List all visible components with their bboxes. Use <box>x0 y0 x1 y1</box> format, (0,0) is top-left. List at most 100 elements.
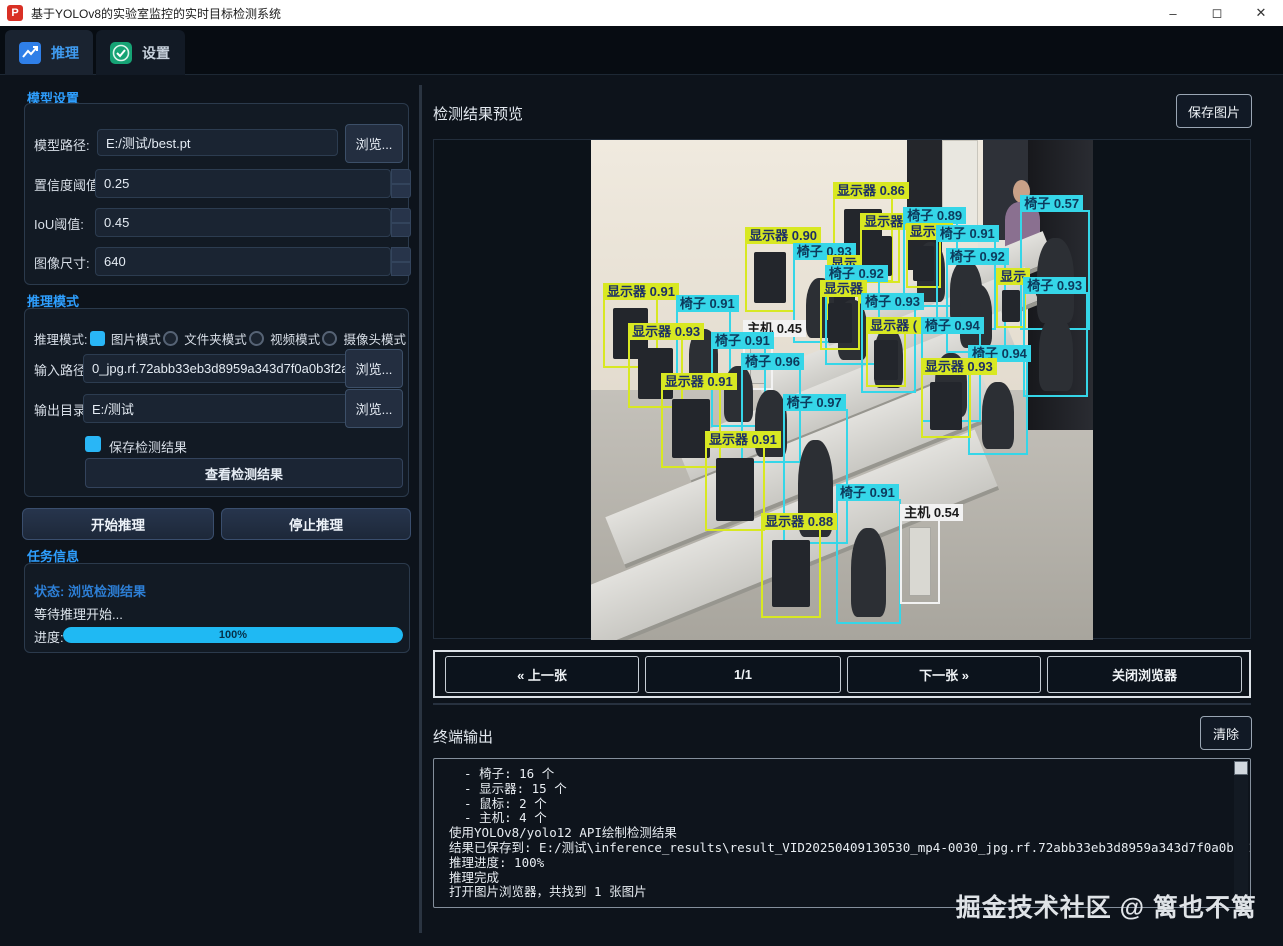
terminal-line: - 主机: 4 个 <box>449 810 547 826</box>
spin-up-icon[interactable] <box>391 247 411 262</box>
output-dir-input[interactable]: E:/测试 <box>83 394 364 423</box>
detection-box-chair: 椅子 0.91 <box>835 484 902 624</box>
progress-fill: 100% <box>63 627 403 643</box>
detection-box-monitor: 显示器 0.90 <box>745 227 822 312</box>
confidence-stepper[interactable] <box>391 169 411 198</box>
detection-label: 显示器 0.88 <box>761 513 838 530</box>
output-browse-button[interactable]: 浏览... <box>345 389 403 428</box>
model-browse-button[interactable]: 浏览... <box>345 124 403 163</box>
tab-settings-label: 设置 <box>142 44 170 61</box>
spin-up-icon[interactable] <box>391 169 411 184</box>
detection-box-host: 主机 0.54 <box>900 504 964 604</box>
watermark: 掘金技术社区 @ 篱也不篱 <box>955 894 1257 922</box>
save-image-button[interactable]: 保存图片 <box>1176 94 1252 128</box>
image-size-label: 图像尺寸: <box>34 256 90 271</box>
radio-video-mode-label: 视频模式 <box>270 333 321 347</box>
image-size-stepper[interactable] <box>391 247 411 276</box>
iou-label: IoU阈值: <box>34 217 84 232</box>
tab-inference-label: 推理 <box>51 44 79 61</box>
radio-image-mode-label: 图片模式 <box>110 333 161 347</box>
inference-mode-group: 推理模式: 图片模式 文件夹模式 视频模式 摄像头模式 输入路径: 0_jpg.… <box>24 308 409 497</box>
iou-input[interactable]: 0.45 <box>95 208 391 237</box>
start-inference-button[interactable]: 开始推理 <box>22 508 214 540</box>
monitor-silhouette <box>912 245 934 282</box>
detection-label: 显示器 <box>860 213 908 230</box>
detection-label: 显示器 0.86 <box>832 182 909 199</box>
terminal-scrollbar[interactable] <box>1234 761 1248 905</box>
input-path-input[interactable]: 0_jpg.rf.72abb33eb3d8959a343d7f0a0b3f2ab… <box>83 354 364 383</box>
detection-label: 椅子 0.57 <box>1020 195 1084 212</box>
terminal-line: - 椅子: 16 个 <box>449 766 555 781</box>
close-icon[interactable]: ✕ <box>1239 0 1283 26</box>
detection-label: 显示器 ( <box>866 317 922 334</box>
detection-box-monitor: 显示器 0.88 <box>761 513 838 618</box>
input-path-label: 输入路径: <box>34 363 90 378</box>
clear-terminal-button[interactable]: 清除 <box>1200 716 1252 750</box>
terminal-line: 推理完成 <box>449 869 500 885</box>
terminal-line: 结果已保存到: E:/测试\inference_results\result_V… <box>449 839 1251 855</box>
close-browser-button[interactable]: 关闭浏览器 <box>1047 656 1242 693</box>
view-results-button[interactable]: 查看检测结果 <box>85 458 403 488</box>
scrollbar-thumb[interactable] <box>1234 761 1248 775</box>
detection-label: 椅子 0.93 <box>861 293 924 310</box>
radio-video-mode[interactable]: 视频模式 <box>249 329 320 348</box>
detection-label: 显示器 0.91 <box>660 373 737 390</box>
model-path-input[interactable]: E:/测试/best.pt <box>97 129 338 156</box>
save-results-checkbox[interactable] <box>85 436 101 452</box>
panel-splitter[interactable] <box>419 85 422 933</box>
spin-down-icon[interactable] <box>391 222 411 237</box>
prev-image-button[interactable]: « 上一张 <box>445 656 639 693</box>
terminal-line: - 鼠标: 2 个 <box>449 795 547 811</box>
detection-label: 显示器 <box>819 280 867 297</box>
chair-silhouette <box>982 382 1014 450</box>
detection-box-monitor: 显示器 ( <box>866 317 922 387</box>
output-dir-label: 输出目录: <box>34 403 90 418</box>
radio-folder-mode[interactable]: 文件夹模式 <box>163 329 247 348</box>
detection-label: 椅子 0.89 <box>903 207 967 224</box>
detection-label: 显示器 0.93 <box>628 323 705 340</box>
next-image-button[interactable]: 下一张 » <box>847 656 1041 693</box>
terminal-line: 使用YOLOv8/yolo12 API绘制检测结果 <box>449 825 677 841</box>
detection-label: 显示器 0.91 <box>603 283 679 300</box>
terminal-heading: 终端输出 <box>433 729 494 746</box>
model-settings-group: 模型路径: E:/测试/best.pt 浏览... 置信度阈值: 0.25 Io… <box>24 103 411 285</box>
radio-unchecked-icon <box>163 331 179 346</box>
monitor-silhouette <box>827 303 853 343</box>
radio-image-mode[interactable]: 图片模式 <box>89 329 161 348</box>
window-title: 基于YOLOv8的实验室监控的实时目标检测系统 <box>31 6 282 21</box>
spin-down-icon[interactable] <box>391 183 411 198</box>
spin-down-icon[interactable] <box>391 261 411 276</box>
iou-stepper[interactable] <box>391 208 411 237</box>
minimize-icon[interactable]: – <box>1151 0 1195 26</box>
app-logo-icon: P <box>7 5 23 21</box>
detection-box-monitor: 显示器 <box>819 280 867 350</box>
terminal-output[interactable]: - 椅子: 16 个 - 显示器: 15 个 - 鼠标: 2 个 - 主机: 4… <box>433 758 1251 908</box>
save-results-label: 保存检测结果 <box>109 440 188 455</box>
task-info-group: 状态: 浏览检测结果 等待推理开始... 进度: 100% <box>24 563 410 653</box>
maximize-icon[interactable]: ◻ <box>1195 0 1239 26</box>
chair-silhouette <box>1038 316 1073 391</box>
progress-label: 进度: <box>34 630 64 645</box>
chart-line-icon <box>19 41 41 64</box>
section-divider <box>433 703 1251 705</box>
detection-label: 显示器 0.91 <box>704 431 781 448</box>
app-window: P 基于YOLOv8的实验室监控的实时目标检测系统 – ◻ ✕ 推理 设置 模型… <box>0 0 1283 946</box>
detection-label: 椅子 0.91 <box>935 225 999 242</box>
radio-unchecked-icon <box>322 331 338 346</box>
image-nav-bar: « 上一张 1/1 下一张 » 关闭浏览器 <box>433 650 1251 698</box>
tab-settings[interactable]: 设置 <box>96 30 185 75</box>
confidence-input[interactable]: 0.25 <box>95 169 391 198</box>
tab-bar: 推理 设置 <box>0 26 1283 75</box>
image-size-input[interactable]: 640 <box>95 247 391 276</box>
radio-camera-mode[interactable]: 摄像头模式 <box>322 329 406 348</box>
title-bar: P 基于YOLOv8的实验室监控的实时目标检测系统 – ◻ ✕ <box>0 0 1283 26</box>
image-counter: 1/1 <box>645 656 841 693</box>
detection-label: 椅子 0.91 <box>835 484 899 501</box>
detection-label: 显示器 0.90 <box>745 227 822 244</box>
spin-up-icon[interactable] <box>391 208 411 223</box>
radio-folder-mode-label: 文件夹模式 <box>184 333 247 347</box>
detection-label: 椅子 0.92 <box>945 248 1009 265</box>
input-browse-button[interactable]: 浏览... <box>345 349 403 388</box>
tab-inference[interactable]: 推理 <box>5 30 93 75</box>
stop-inference-button[interactable]: 停止推理 <box>221 508 411 540</box>
